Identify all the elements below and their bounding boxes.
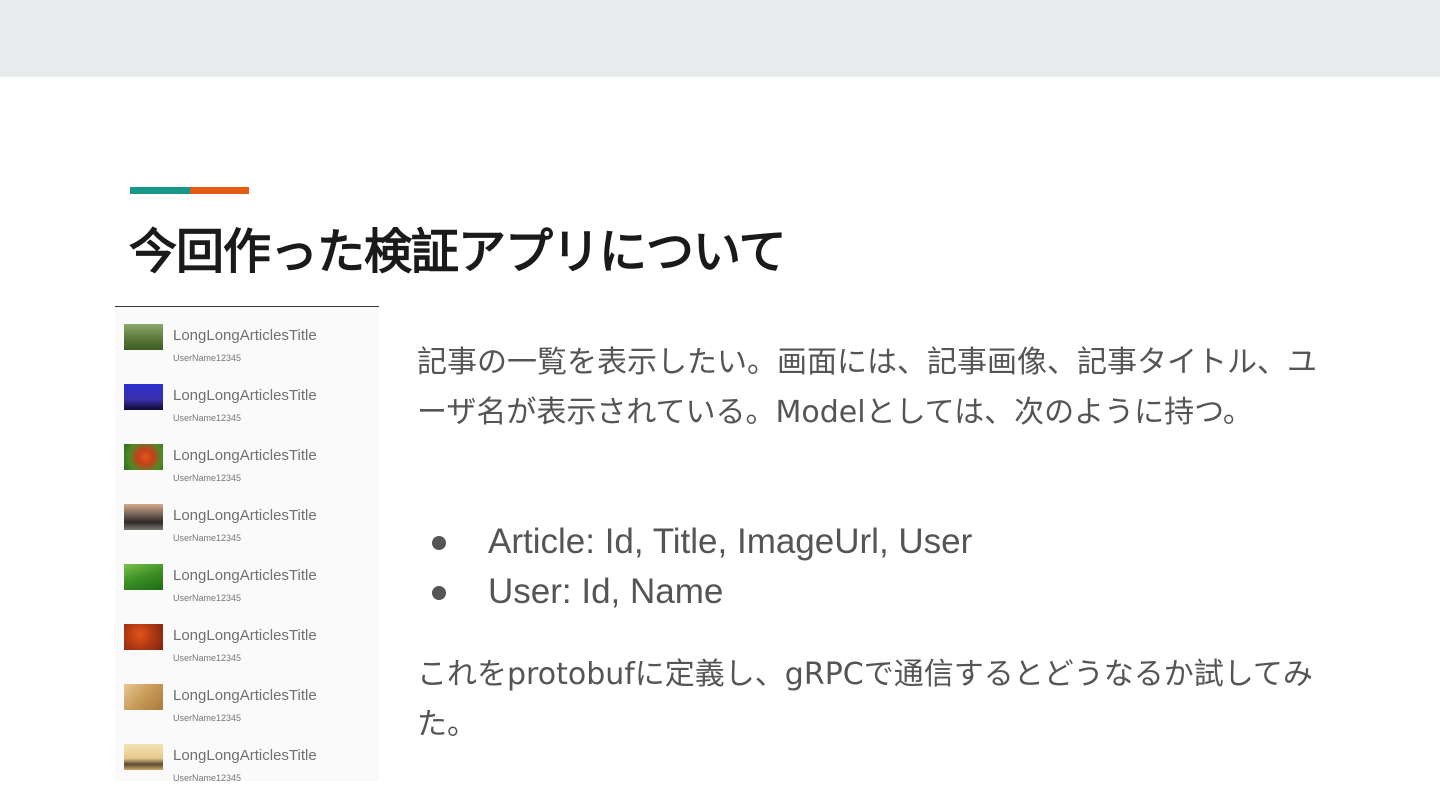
article-title: LongLongArticlesTitle (173, 627, 317, 644)
list-item: LongLongArticlesTitle UserName12345 (115, 435, 379, 495)
flower-photo-thumb (124, 444, 163, 470)
list-item: LongLongArticlesTitle UserName12345 (115, 615, 379, 675)
bullet-text: User: Id, Name (488, 572, 724, 611)
list-item: LongLongArticlesTitle UserName12345 (115, 555, 379, 615)
bullet-text: Article: Id, Title, ImageUrl, User (488, 522, 973, 561)
article-user: UserName12345 (173, 773, 242, 781)
article-title: LongLongArticlesTitle (173, 327, 317, 344)
closing-paragraph: これをprotobufに定義し、gRPCで通信するとどうなるか試してみた。 (417, 657, 1313, 742)
list-item: LongLongArticlesTitle UserName12345 (115, 675, 379, 735)
intro-paragraph: 記事の一覧を表示したい。画面には、記事画像、記事タイトル、ユーザ名が表示されてい… (417, 345, 1317, 430)
article-user: UserName12345 (173, 593, 242, 603)
article-user: UserName12345 (173, 413, 242, 423)
article-title: LongLongArticlesTitle (173, 447, 317, 464)
landscape-photo-thumb (124, 504, 163, 530)
list-item: LongLongArticlesTitle UserName12345 (115, 735, 379, 781)
article-user: UserName12345 (173, 653, 242, 663)
field-photo-thumb (124, 324, 163, 350)
article-user: UserName12345 (173, 353, 242, 363)
accent-bar-teal (130, 187, 190, 194)
top-band (0, 0, 1440, 77)
grass-photo-thumb (124, 564, 163, 590)
list-item: LongLongArticlesTitle UserName12345 (115, 315, 379, 375)
wheat-photo-thumb (124, 684, 163, 710)
desert-photo-thumb (124, 744, 163, 770)
bullet-dot-icon (432, 536, 446, 550)
autumn-leaves-photo-thumb (124, 624, 163, 650)
article-title: LongLongArticlesTitle (173, 747, 317, 764)
slide-title: 今回作った検証アプリについて (129, 224, 787, 280)
list-item: LongLongArticlesTitle UserName12345 (115, 375, 379, 435)
article-user: UserName12345 (173, 713, 242, 723)
article-title: LongLongArticlesTitle (173, 567, 317, 584)
article-title: LongLongArticlesTitle (173, 387, 317, 404)
list-item: LongLongArticlesTitle UserName12345 (115, 495, 379, 555)
app-screenshot: LongLongArticlesTitle UserName12345 Long… (115, 306, 379, 781)
bullet-dot-icon (432, 586, 446, 600)
night-sky-photo-thumb (124, 384, 163, 410)
accent-bar-orange (190, 187, 249, 194)
article-user: UserName12345 (173, 533, 242, 543)
article-user: UserName12345 (173, 473, 242, 483)
article-title: LongLongArticlesTitle (173, 507, 317, 524)
article-title: LongLongArticlesTitle (173, 687, 317, 704)
